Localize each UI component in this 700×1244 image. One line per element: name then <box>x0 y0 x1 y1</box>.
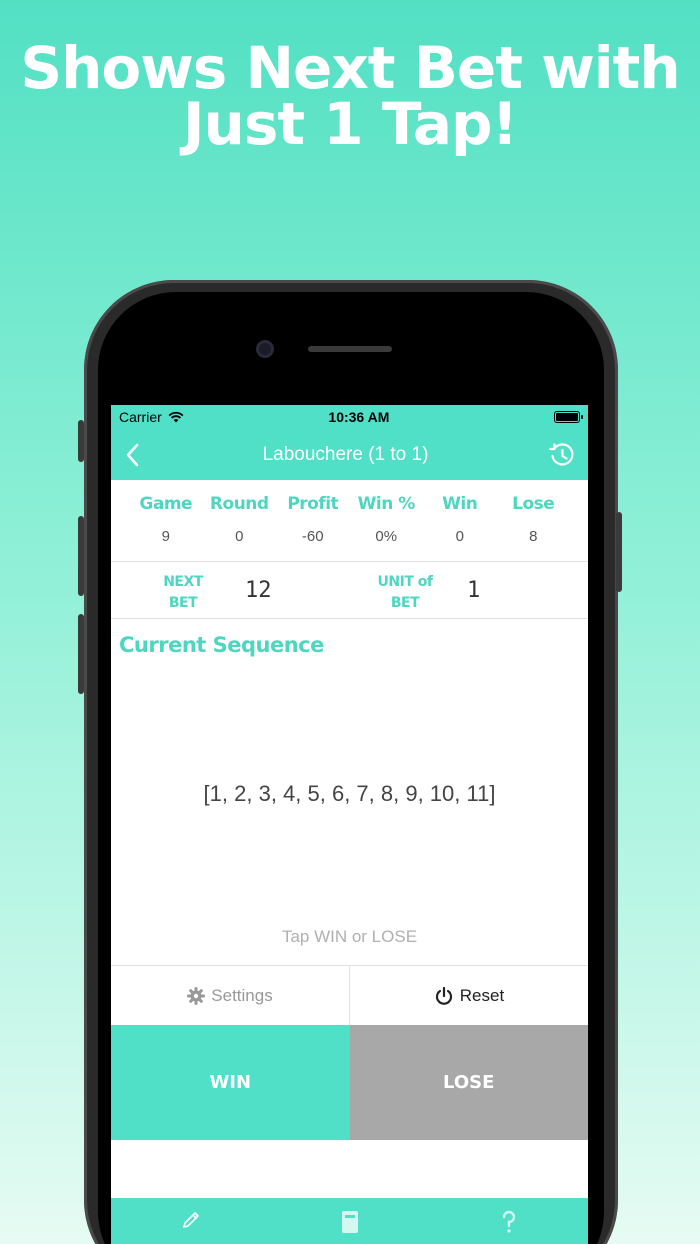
settings-button[interactable]: Settings <box>111 966 350 1025</box>
stat-value-round: 0 <box>235 528 244 545</box>
bet-panel: NEXT BET 12 UNIT of BET 1 <box>111 562 588 619</box>
nav-bar: Labouchere (1 to 1) <box>111 429 588 480</box>
settings-label: Settings <box>211 985 273 1005</box>
unit-of-bet-label-line-2: BET <box>390 595 420 611</box>
stat-value-profit: -60 <box>301 528 324 545</box>
question-mark-icon <box>502 1210 515 1233</box>
stat-header-win-percent: Win % <box>357 494 416 514</box>
history-icon[interactable] <box>548 441 576 469</box>
stats-panel: Game Round Profit Win % Win Lose 9 0 -60… <box>111 480 588 562</box>
clock: 10:36 AM <box>328 409 390 425</box>
win-lose-row: WIN LOSE <box>111 1025 588 1140</box>
tap-hint: Tap WIN or LOSE <box>281 927 418 946</box>
tab-bar <box>111 1198 588 1244</box>
stat-value-lose: 8 <box>529 528 538 545</box>
stat-header-win: Win <box>442 494 478 514</box>
battery-icon <box>553 411 583 423</box>
next-bet-label: NEXT BET <box>153 572 213 614</box>
power-icon <box>435 986 452 1005</box>
promo-line-2: Just 1 Tap! <box>182 90 518 158</box>
unit-of-bet-label: UNIT of BET <box>375 572 435 614</box>
lose-button[interactable]: LOSE <box>349 1025 588 1140</box>
tab-pencil[interactable] <box>131 1198 251 1244</box>
next-bet-label-line-1: NEXT <box>163 574 203 590</box>
next-bet-label-line-2: BET <box>168 595 198 611</box>
reset-label: Reset <box>459 985 505 1005</box>
phone-power-button <box>616 512 622 592</box>
stat-value-win: 0 <box>455 528 464 545</box>
wifi-icon <box>168 411 184 423</box>
book-icon <box>341 1211 358 1233</box>
phone-volume-up <box>78 516 84 596</box>
carrier-label: Carrier <box>119 409 162 425</box>
phone-volume-down <box>78 614 84 694</box>
app-screen: Carrier 10:36 AM Labouchere (1 to 1) Gam… <box>111 405 588 1244</box>
promo-headline: Shows Next Bet with Just 1 Tap! <box>0 34 700 158</box>
phone-mute-switch <box>78 420 84 462</box>
stats-value-row: 9 0 -60 0% 0 8 <box>111 514 588 545</box>
nav-title: Labouchere (1 to 1) <box>262 443 429 465</box>
chevron-left-icon[interactable] <box>123 442 143 468</box>
tab-help[interactable] <box>449 1198 569 1244</box>
promo-line-1: Shows Next Bet with <box>20 34 680 102</box>
win-button[interactable]: WIN <box>111 1025 350 1140</box>
pencil-icon <box>182 1212 199 1228</box>
stat-header-round: Round <box>209 494 269 514</box>
action-row: Settings Reset <box>111 965 588 1025</box>
stat-header-game: Game <box>139 494 193 514</box>
current-sequence-values: [1, 2, 3, 4, 5, 6, 7, 8, 9, 10, 11] <box>203 781 496 806</box>
gear-icon <box>187 986 206 1005</box>
next-bet-value: 12 <box>245 578 272 603</box>
unit-of-bet-value: 1 <box>467 578 481 603</box>
tab-book[interactable] <box>290 1198 410 1244</box>
stats-header-row: Game Round Profit Win % Win Lose <box>111 480 588 514</box>
current-sequence-title: Current Sequence <box>119 633 324 657</box>
camera-icon <box>256 340 274 358</box>
speaker-grille <box>308 346 392 352</box>
stat-header-profit: Profit <box>287 494 339 514</box>
status-bar: Carrier 10:36 AM <box>111 405 588 429</box>
stat-value-game: 9 <box>161 528 170 545</box>
stat-header-lose: Lose <box>512 494 555 514</box>
stat-value-win-percent: 0% <box>375 528 398 545</box>
unit-of-bet-label-line-1: UNIT of <box>377 574 433 590</box>
reset-button[interactable]: Reset <box>350 966 588 1025</box>
